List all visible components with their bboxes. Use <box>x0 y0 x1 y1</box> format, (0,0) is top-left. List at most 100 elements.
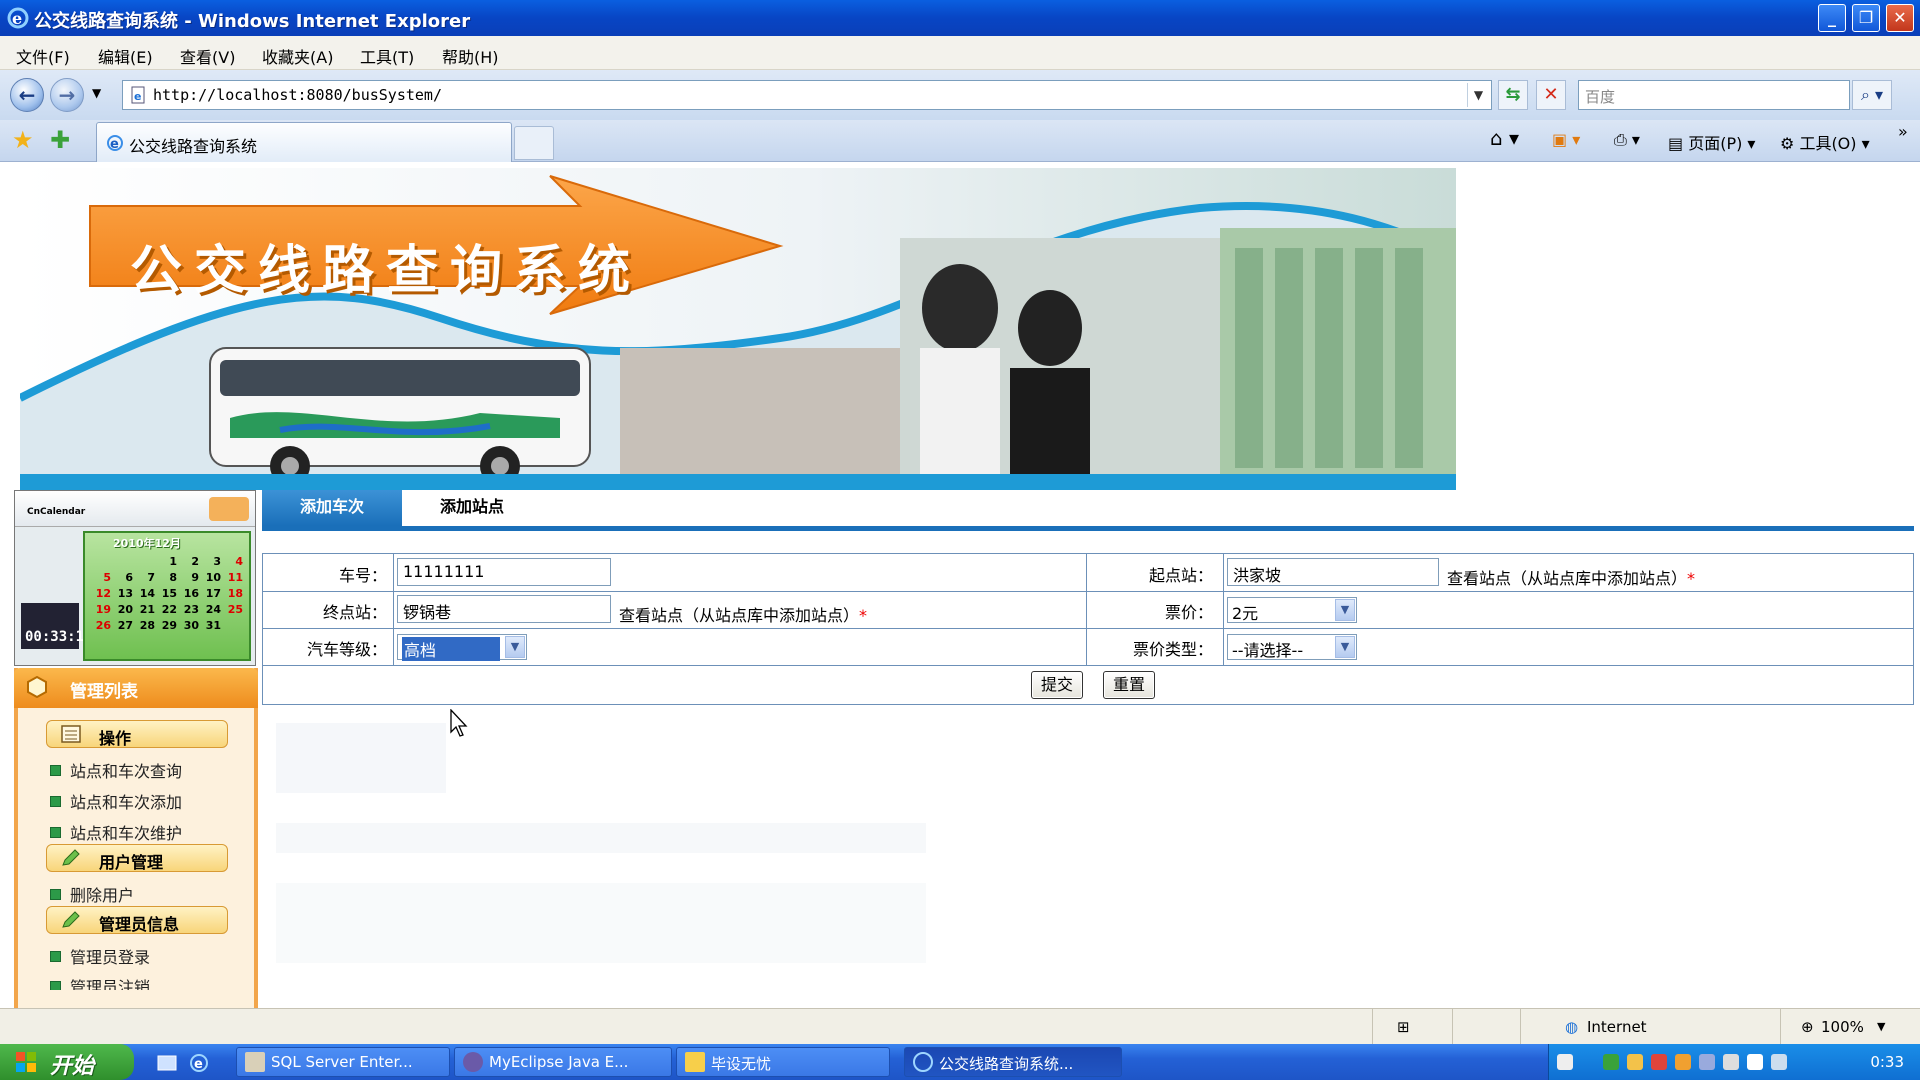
sidebar-item-maintain[interactable]: 站点和车次维护 <box>50 820 182 844</box>
tray-app-icon[interactable] <box>1699 1054 1715 1070</box>
svg-text:e: e <box>110 137 119 152</box>
reset-button[interactable]: 重置 <box>1103 671 1155 699</box>
calendar-day: 4 <box>235 554 243 568</box>
hexagon-icon <box>27 676 47 698</box>
minimize-button[interactable]: _ <box>1818 4 1846 32</box>
zoom-level: 100% <box>1821 1018 1864 1036</box>
address-url: http://localhost:8080/busSystem/ <box>153 86 442 104</box>
tray-app-icon[interactable] <box>1723 1054 1739 1070</box>
calendar-day: 17 <box>205 586 221 600</box>
more-chevron-icon[interactable]: » <box>1898 122 1908 141</box>
favorites-star-icon[interactable]: ★ <box>12 126 34 154</box>
price-type-select[interactable]: --请选择-- ▼ <box>1227 634 1357 660</box>
tray-app-icon[interactable] <box>1651 1054 1667 1070</box>
new-tab-button[interactable] <box>514 126 554 160</box>
menu-view[interactable]: 查看(V) <box>180 44 235 68</box>
tray-app-icon[interactable] <box>1627 1054 1643 1070</box>
sidebar-item-admin-login[interactable]: 管理员登录 <box>50 944 150 968</box>
task-sql-server[interactable]: SQL Server Enter... <box>236 1047 450 1077</box>
start-button[interactable]: 开始 <box>0 1044 134 1080</box>
chevron-down-icon: ▼ <box>1335 599 1355 621</box>
sidebar-item-label: 管理员注销 <box>70 978 151 990</box>
add-favorites-icon[interactable]: ✚ <box>50 126 70 154</box>
restore-button[interactable]: ❐ <box>1852 4 1880 32</box>
submit-button[interactable]: 提交 <box>1031 671 1083 699</box>
feeds-icon[interactable]: ▣ ▾ <box>1552 130 1580 149</box>
bus-number-input[interactable]: 11111111 <box>397 558 611 586</box>
chevron-down-icon: ▼ <box>1335 636 1355 658</box>
divider <box>263 591 1913 592</box>
calendar-day: 29 <box>161 618 177 632</box>
sidebar-group-users[interactable]: 用户管理 <box>46 844 228 872</box>
task-myeclipse[interactable]: MyEclipse Java E... <box>454 1047 672 1077</box>
calendar-day: 16 <box>183 586 199 600</box>
stop-button[interactable]: ✕ <box>1536 80 1566 110</box>
sidebar-group-label: 操作 <box>99 729 132 748</box>
home-icon[interactable]: ⌂ ▾ <box>1490 126 1519 150</box>
task-folder[interactable]: 毕设无忧 <box>676 1047 890 1077</box>
quicklaunch-desktop-icon[interactable] <box>156 1052 178 1074</box>
tray-app-icon[interactable] <box>1603 1054 1619 1070</box>
forward-button[interactable]: → <box>50 78 84 112</box>
tab-label: 公交线路查询系统 <box>129 137 258 156</box>
calendar-day: 28 <box>139 618 155 632</box>
calendar-day: 30 <box>183 618 199 632</box>
window-title-bar[interactable]: e 公交线路查询系统 - Windows Internet Explorer _… <box>0 0 1920 36</box>
sidebar-group-operations[interactable]: 操作 <box>46 720 228 748</box>
sidebar-item-query[interactable]: 站点和车次查询 <box>50 758 182 782</box>
ie-tab-icon: e <box>107 135 123 152</box>
search-icon[interactable]: ⌕ ▾ <box>1852 80 1892 110</box>
end-station-input[interactable]: 锣锅巷 <box>397 595 611 623</box>
banner-title: 公交线路查询系统 <box>130 241 643 301</box>
page-menu[interactable]: ▤ 页面(P) ▾ <box>1668 130 1755 154</box>
tab-add-station[interactable]: 添加站点 <box>402 490 542 526</box>
zoom-control[interactable]: ⊕ 100% ▼ <box>1780 1009 1920 1045</box>
zoom-icon: ⊕ <box>1801 1018 1814 1036</box>
menu-tools[interactable]: 工具(T) <box>360 44 414 68</box>
view-stations-link-start[interactable]: 查看站点（从站点库中添加站点）* <box>1447 565 1695 589</box>
view-stations-link-end[interactable]: 查看站点（从站点库中添加站点）* <box>619 602 867 626</box>
sidebar-item-label: 管理员登录 <box>70 948 151 967</box>
task-ie-bus-system[interactable]: 公交线路查询系统... <box>904 1047 1122 1077</box>
search-input[interactable]: 百度 <box>1578 80 1850 110</box>
calendar-days: 1234 5 6 7 8 9 10 11 12 13 14 15 16 17 18 19 20 21 22 23… <box>89 553 243 633</box>
calendar-day: 15 <box>161 586 177 600</box>
tools-menu-label: 工具(O) <box>1799 134 1857 153</box>
background-decoration <box>276 723 446 793</box>
sidebar-item-add[interactable]: 站点和车次添加 <box>50 789 182 813</box>
refresh-button[interactable]: ⇆ <box>1498 80 1528 110</box>
menu-edit[interactable]: 编辑(E) <box>98 44 153 68</box>
sidebar-item-delete-user[interactable]: 删除用户 <box>50 882 134 906</box>
tab-bus-system[interactable]: e 公交线路查询系统 <box>96 122 512 162</box>
address-bar[interactable]: e http://localhost:8080/busSystem/ ▼ <box>122 80 1492 110</box>
menu-help[interactable]: 帮助(H) <box>442 44 499 68</box>
recent-pages-dropdown-icon[interactable]: ▼ <box>92 86 101 100</box>
tab-add-bus[interactable]: 添加车次 <box>262 490 402 526</box>
back-button[interactable]: ← <box>10 78 44 112</box>
tab-bar: ★ ✚ e 公交线路查询系统 ⌂ ▾ ▣ ▾ ⎙ ▾ ▤ 页面(P) ▾ ⚙ 工… <box>0 120 1920 162</box>
task-label: SQL Server Enter... <box>271 1053 413 1071</box>
menu-file[interactable]: 文件(F) <box>16 44 70 68</box>
price-select[interactable]: 2元 ▼ <box>1227 597 1357 623</box>
banner: 公交线路查询系统 <box>20 168 1456 490</box>
background-decoration <box>276 823 926 853</box>
tools-menu[interactable]: ⚙ 工具(O) ▾ <box>1780 130 1870 154</box>
bullet-icon <box>50 765 61 776</box>
calendar-month: 2010年12月 <box>113 537 181 550</box>
address-toolbar: ← → ▼ e http://localhost:8080/busSystem/… <box>0 70 1920 120</box>
address-dropdown-icon[interactable]: ▼ <box>1467 83 1489 107</box>
close-window-button[interactable]: ✕ <box>1886 4 1914 32</box>
quicklaunch-ie-icon[interactable]: e <box>188 1052 210 1074</box>
tray-app-icon[interactable] <box>1771 1054 1787 1070</box>
sidebar-item-admin-logout[interactable]: 管理员注销 <box>50 974 150 990</box>
bus-grade-selected: 高档 <box>402 637 500 661</box>
keyboard-icon[interactable] <box>1557 1054 1573 1070</box>
sidebar-group-admin[interactable]: 管理员信息 <box>46 906 228 934</box>
print-icon[interactable]: ⎙ ▾ <box>1614 130 1640 150</box>
menu-favorites[interactable]: 收藏夹(A) <box>262 44 333 68</box>
tray-app-icon[interactable] <box>1675 1054 1691 1070</box>
start-station-input[interactable]: 洪家坡 <box>1227 558 1439 586</box>
bus-grade-select[interactable]: 高档 ▼ <box>397 634 527 661</box>
tray-app-icon[interactable] <box>1747 1054 1763 1070</box>
compat-icon[interactable]: ⊞ <box>1397 1018 1410 1036</box>
